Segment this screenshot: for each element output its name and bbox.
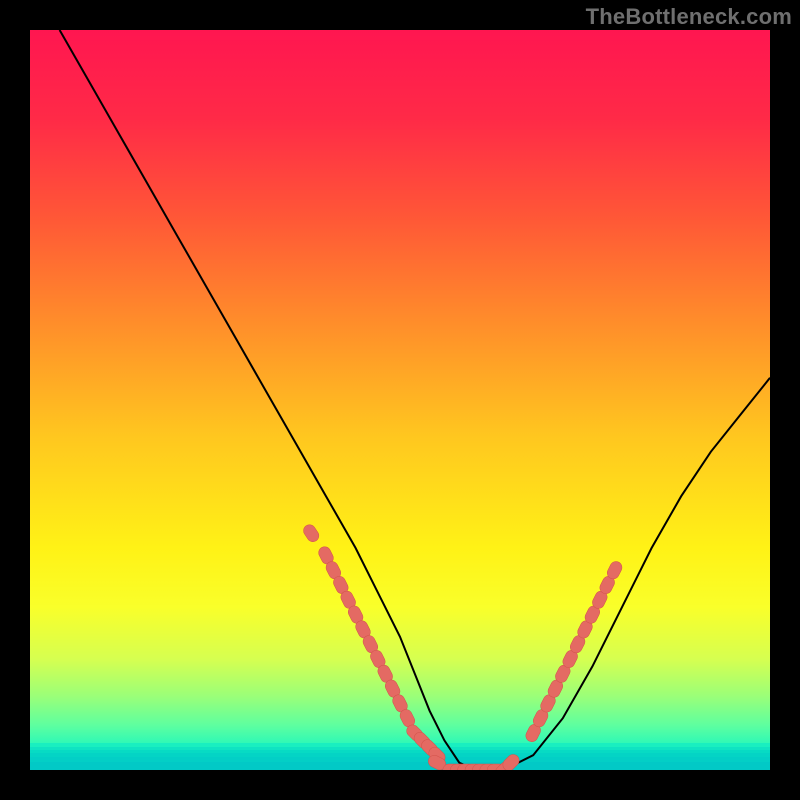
gradient-background <box>30 30 770 770</box>
bottom-color-band <box>30 743 770 770</box>
chart-frame: TheBottleneck.com <box>0 0 800 800</box>
plot-area <box>30 30 770 770</box>
watermark-text: TheBottleneck.com <box>586 4 792 30</box>
chart-svg <box>30 30 770 770</box>
